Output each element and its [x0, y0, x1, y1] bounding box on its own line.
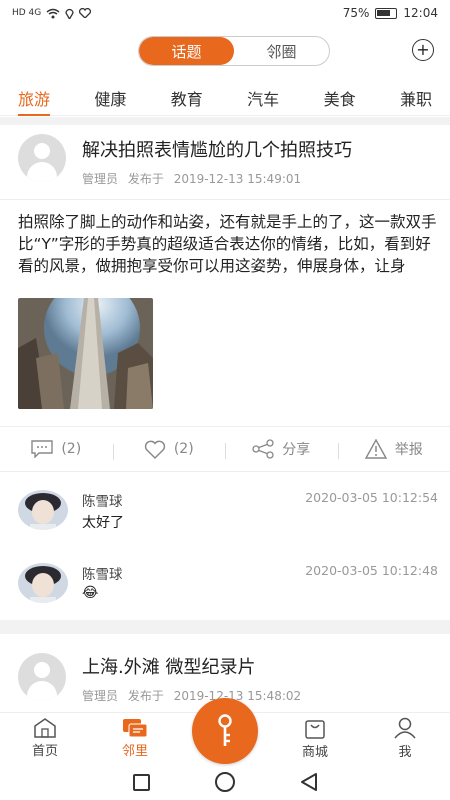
tab-part-time[interactable]: 兼职: [400, 78, 432, 116]
wifi-icon: [46, 8, 60, 18]
key-icon: [218, 714, 232, 746]
network-indicators: HD 4G: [12, 8, 42, 18]
category-tabs: 旅游 健康 教育 汽车 美食 兼职: [0, 78, 450, 116]
post-author: 管理员: [82, 172, 119, 186]
commenter-name[interactable]: 陈雪球: [82, 563, 123, 583]
comment-time: 2020-03-05 10:12:48: [305, 563, 438, 578]
battery-icon: [375, 7, 398, 19]
like-count: (2): [173, 441, 194, 457]
tab-travel[interactable]: 旅游: [18, 78, 51, 116]
published-label: 发布于: [127, 689, 164, 703]
nav-shop[interactable]: 商城: [270, 713, 360, 764]
shop-bag-icon: [305, 720, 325, 739]
segment-topics[interactable]: 话题: [139, 37, 234, 65]
add-icon[interactable]: +: [412, 39, 434, 61]
like-button[interactable]: (2): [112, 440, 226, 460]
published-label: 发布于: [127, 172, 164, 186]
recents-icon[interactable]: [132, 773, 150, 791]
share-label: 分享: [282, 442, 311, 458]
post-actions: (2) (2) 分享 举报: [0, 426, 450, 472]
post-date: 2019-12-13 15:49:01: [173, 172, 302, 186]
tab-cars[interactable]: 汽车: [247, 78, 279, 116]
comment-icon: [31, 440, 54, 458]
comment-item: 陈雪球 2020-03-05 10:12:48 😂: [18, 563, 438, 611]
report-button[interactable]: 举报: [337, 439, 450, 459]
commenter-name[interactable]: 陈雪球: [82, 490, 123, 510]
segment-control: 话题 邻圈: [138, 36, 330, 66]
heart-icon: [144, 440, 165, 459]
share-button[interactable]: 分享: [225, 439, 338, 459]
post-title[interactable]: 上海.外滩 微型纪录片: [82, 653, 438, 679]
nav-me-label: 我: [398, 745, 412, 760]
commenter-avatar[interactable]: [18, 563, 68, 603]
battery-percent: 75%: [342, 6, 370, 20]
post-content: 拍照除了脚上的动作和站姿，还有就是手上的了，这一款双手比“Y”字形的手势真的超级…: [18, 213, 437, 275]
nav-shop-label: 商城: [301, 745, 328, 760]
heart-rate-icon: [79, 8, 92, 18]
top-header: 话题 邻圈 +: [0, 36, 450, 66]
comment-time: 2020-03-05 10:12:54: [305, 490, 438, 505]
status-bar: HD 4G 75% 12:04: [0, 0, 450, 26]
system-nav-bar: [0, 764, 450, 800]
tab-food[interactable]: 美食: [324, 78, 356, 116]
clock: 12:04: [403, 6, 438, 20]
home-circle-icon[interactable]: [214, 772, 235, 792]
section-divider: [0, 117, 450, 125]
user-icon: [394, 717, 416, 739]
nav-home-label: 首页: [31, 744, 58, 759]
comment-text: 😂: [82, 585, 99, 601]
nav-neighbors-label: 邻里: [121, 744, 148, 759]
comment-item: 陈雪球 2020-03-05 10:12:54 太好了: [18, 490, 438, 538]
segment-neighborhood[interactable]: 邻圈: [234, 37, 329, 65]
back-icon[interactable]: [300, 773, 318, 791]
author-avatar: [18, 134, 66, 182]
report-label: 举报: [394, 442, 423, 458]
tab-education[interactable]: 教育: [171, 78, 203, 116]
post-photo[interactable]: [18, 298, 153, 409]
center-key-button[interactable]: [192, 698, 258, 764]
post-author: 管理员: [82, 689, 119, 703]
post-meta: 管理员 发布于 2019-12-13 15:49:01: [82, 170, 438, 187]
comment-button[interactable]: (2): [0, 440, 113, 458]
share-icon: [252, 439, 274, 459]
post-card[interactable]: 解决拍照表情尴尬的几个拍照技巧 管理员 发布于 2019-12-13 15:49…: [18, 134, 438, 194]
divider: [0, 199, 450, 200]
section-divider: [0, 620, 450, 634]
chat-icon: [123, 719, 148, 738]
author-avatar: [18, 653, 66, 701]
location-icon: [65, 8, 74, 19]
home-icon: [34, 718, 56, 738]
nav-me[interactable]: 我: [360, 713, 450, 764]
warning-icon: [364, 439, 387, 459]
tab-health[interactable]: 健康: [94, 78, 126, 116]
comment-count: (2): [61, 441, 82, 457]
comment-text: 太好了: [82, 515, 124, 531]
nav-neighbors[interactable]: 邻里: [90, 713, 180, 764]
nav-home[interactable]: 首页: [0, 713, 90, 764]
post-meta: 管理员 发布于 2019-12-13 15:48:02: [82, 687, 438, 704]
commenter-avatar[interactable]: [18, 490, 68, 530]
post-title[interactable]: 解决拍照表情尴尬的几个拍照技巧: [82, 136, 438, 162]
